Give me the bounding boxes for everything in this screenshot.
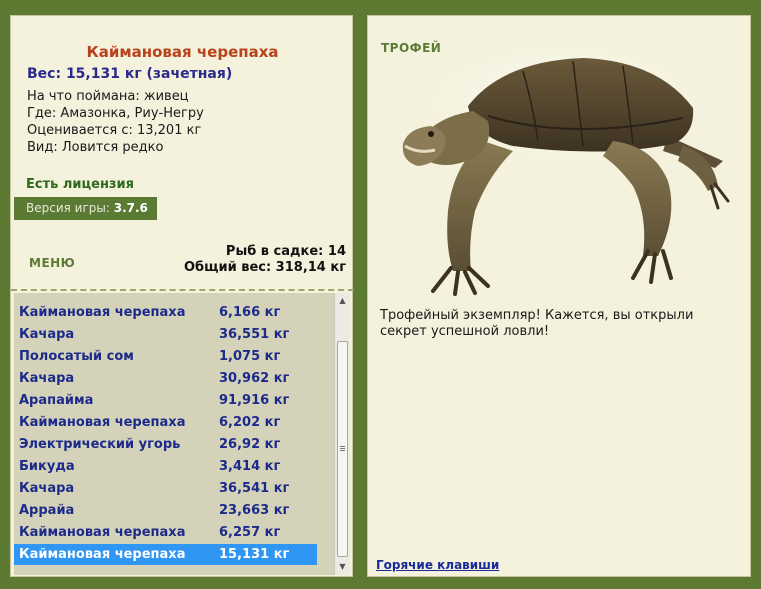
list-item[interactable]: Аррайа 23,663 кг bbox=[14, 500, 317, 521]
hotkeys-link[interactable]: Горячие клавиши bbox=[376, 558, 499, 572]
fish-weight-value: 30,962 кг bbox=[219, 371, 290, 386]
fish-weight-value: 26,92 кг bbox=[219, 437, 281, 452]
fish-weight-value: 1,075 кг bbox=[219, 349, 281, 364]
list-item[interactable]: Каймановая черепаха 6,257 кг bbox=[14, 522, 317, 543]
version-label: Версия игры: bbox=[26, 201, 114, 215]
list-item[interactable]: Каймановая черепаха 6,202 кг bbox=[14, 412, 317, 433]
scroll-thumb[interactable] bbox=[337, 341, 348, 557]
scroll-up-arrow-icon[interactable]: ▲ bbox=[335, 293, 350, 309]
fish-name: Электрический угорь bbox=[19, 437, 181, 452]
divider bbox=[11, 289, 354, 291]
license-status: Есть лицензия bbox=[26, 177, 134, 192]
total-weight: Общий вес: 318,14 кг bbox=[183, 260, 346, 275]
fish-title: Каймановая черепаха bbox=[86, 43, 279, 61]
fish-name: Качара bbox=[19, 481, 75, 496]
turtle-image bbox=[393, 46, 733, 296]
fish-list[interactable]: Каймановая черепаха 6,166 кг Качара 36,551 … bbox=[14, 293, 334, 575]
fish-count: Рыб в садке: 14 bbox=[225, 244, 346, 259]
location-info: Где: Амазонка, Риу-Негру bbox=[27, 106, 204, 121]
list-item[interactable]: Качара 36,541 кг bbox=[14, 478, 317, 499]
fish-name: Арапайма bbox=[19, 393, 94, 408]
fish-name: Аррайа bbox=[19, 503, 75, 518]
list-item[interactable]: Каймановая черепаха 6,166 кг bbox=[14, 302, 317, 323]
version-value: 3.7.6 bbox=[113, 201, 148, 215]
rarity-info: Вид: Ловится редко bbox=[27, 140, 164, 155]
fish-weight-value: 3,414 кг bbox=[219, 459, 281, 474]
game-version: Версия игры: 3.7.6 bbox=[14, 197, 157, 220]
list-item[interactable]: Каймановая черепаха 15,131 кг bbox=[14, 544, 317, 565]
fish-weight-value: 36,551 кг bbox=[219, 327, 290, 342]
menu-button[interactable]: МЕНЮ bbox=[29, 256, 75, 270]
scroll-down-arrow-icon[interactable]: ▼ bbox=[335, 559, 350, 575]
fish-weight-value: 23,663 кг bbox=[219, 503, 290, 518]
fish-weight-value: 36,541 кг bbox=[219, 481, 290, 496]
trophy-panel: ТРОФЕЙ Трофейный экземпляр! Кажется, вы … bbox=[367, 15, 751, 577]
list-item[interactable]: Арапайма 91,916 кг bbox=[14, 390, 317, 411]
fish-name: Качара bbox=[19, 371, 75, 386]
trophy-message: Трофейный экземпляр! Кажется, вы открыли… bbox=[380, 308, 694, 339]
list-item[interactable]: Бикуда 3,414 кг bbox=[14, 456, 317, 477]
list-item[interactable]: Качара 36,551 кг bbox=[14, 324, 317, 345]
fish-weight-value: 91,916 кг bbox=[219, 393, 290, 408]
fish-name: Каймановая черепаха bbox=[19, 547, 186, 562]
fish-weight-value: 15,131 кг bbox=[219, 547, 290, 562]
list-item[interactable]: Полосатый сом 1,075 кг bbox=[14, 346, 317, 367]
valued-from-info: Оценивается с: 13,201 кг bbox=[27, 123, 202, 138]
fish-name: Полосатый сом bbox=[19, 349, 134, 364]
fish-name: Каймановая черепаха bbox=[19, 415, 186, 430]
fish-weight-value: 6,166 кг bbox=[219, 305, 281, 320]
fish-name: Бикуда bbox=[19, 459, 75, 474]
fish-name: Каймановая черепаха bbox=[19, 305, 186, 320]
list-item[interactable]: Электрический угорь 26,92 кг bbox=[14, 434, 317, 455]
fish-name: Каймановая черепаха bbox=[19, 525, 186, 540]
list-scrollbar[interactable]: ▲ ▼ bbox=[334, 293, 350, 575]
fish-weight-value: 6,202 кг bbox=[219, 415, 281, 430]
fish-name: Качара bbox=[19, 327, 75, 342]
list-item[interactable]: Качара 30,962 кг bbox=[14, 368, 317, 389]
fish-weight-value: 6,257 кг bbox=[219, 525, 281, 540]
bait-info: На что поймана: живец bbox=[27, 89, 189, 104]
fish-weight: Вес: 15,131 кг (зачетная) bbox=[27, 66, 233, 82]
catch-info-panel: Каймановая черепаха Вес: 15,131 кг (заче… bbox=[10, 15, 354, 577]
keepnet-stats: Рыб в садке: 14 Общий вес: 318,14 кг bbox=[184, 244, 346, 276]
